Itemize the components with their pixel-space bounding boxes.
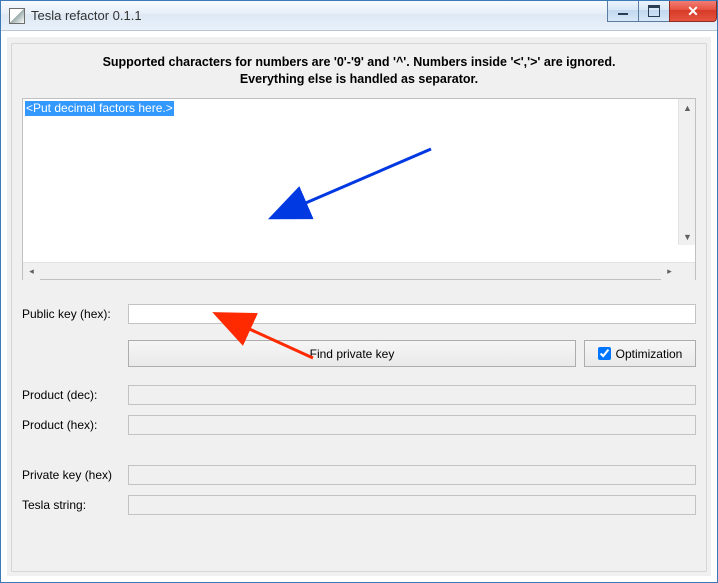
optimization-toggle[interactable]: Optimization [584, 340, 696, 367]
maximize-button[interactable] [638, 1, 670, 22]
hint-line2: Everything else is handled as separator. [240, 72, 478, 86]
find-private-key-button[interactable]: Find private key [128, 340, 576, 367]
optimization-label: Optimization [616, 347, 683, 361]
close-button[interactable] [669, 1, 717, 22]
minimize-button[interactable] [607, 1, 639, 22]
hint-line1: Supported characters for numbers are '0'… [103, 55, 616, 69]
factors-textarea[interactable]: <Put decimal factors here.> ▲ ▼ ◂ ▸ [22, 98, 696, 280]
scroll-right-icon[interactable]: ▸ [661, 263, 678, 280]
tesla-string-output [128, 495, 696, 515]
tesla-string-row: Tesla string: [22, 495, 696, 515]
product-hex-row: Product (hex): [22, 415, 696, 435]
private-key-label: Private key (hex) [22, 468, 128, 482]
scroll-down-icon[interactable]: ▼ [679, 228, 695, 245]
product-dec-label: Product (dec): [22, 388, 128, 402]
vertical-scrollbar[interactable]: ▲ ▼ [678, 99, 695, 245]
horizontal-scrollbar[interactable]: ◂ ▸ [23, 262, 695, 279]
optimization-checkbox[interactable] [598, 347, 611, 360]
private-key-output [128, 465, 696, 485]
public-key-row: Public key (hex): [22, 304, 696, 324]
private-key-row: Private key (hex) [22, 465, 696, 485]
product-dec-row: Product (dec): [22, 385, 696, 405]
main-groupbox: Supported characters for numbers are '0'… [11, 43, 707, 572]
window-frame: Tesla refactor 0.1.1 Supported character… [0, 0, 718, 583]
public-key-input[interactable] [128, 304, 696, 324]
product-dec-output [128, 385, 696, 405]
product-hex-label: Product (hex): [22, 418, 128, 432]
scroll-left-icon[interactable]: ◂ [23, 263, 40, 280]
window-buttons [608, 1, 717, 22]
titlebar[interactable]: Tesla refactor 0.1.1 [1, 1, 717, 31]
factors-placeholder-selected: <Put decimal factors here.> [25, 101, 174, 116]
window-title: Tesla refactor 0.1.1 [31, 1, 142, 31]
app-icon [9, 8, 25, 24]
scrollbar-corner [678, 263, 695, 280]
public-key-label: Public key (hex): [22, 307, 128, 321]
hint-text: Supported characters for numbers are '0'… [22, 54, 696, 88]
scroll-up-icon[interactable]: ▲ [679, 99, 695, 116]
client-area: Supported characters for numbers are '0'… [7, 37, 711, 576]
product-hex-output [128, 415, 696, 435]
tesla-string-label: Tesla string: [22, 498, 128, 512]
action-row: Find private key Optimization [22, 340, 696, 367]
